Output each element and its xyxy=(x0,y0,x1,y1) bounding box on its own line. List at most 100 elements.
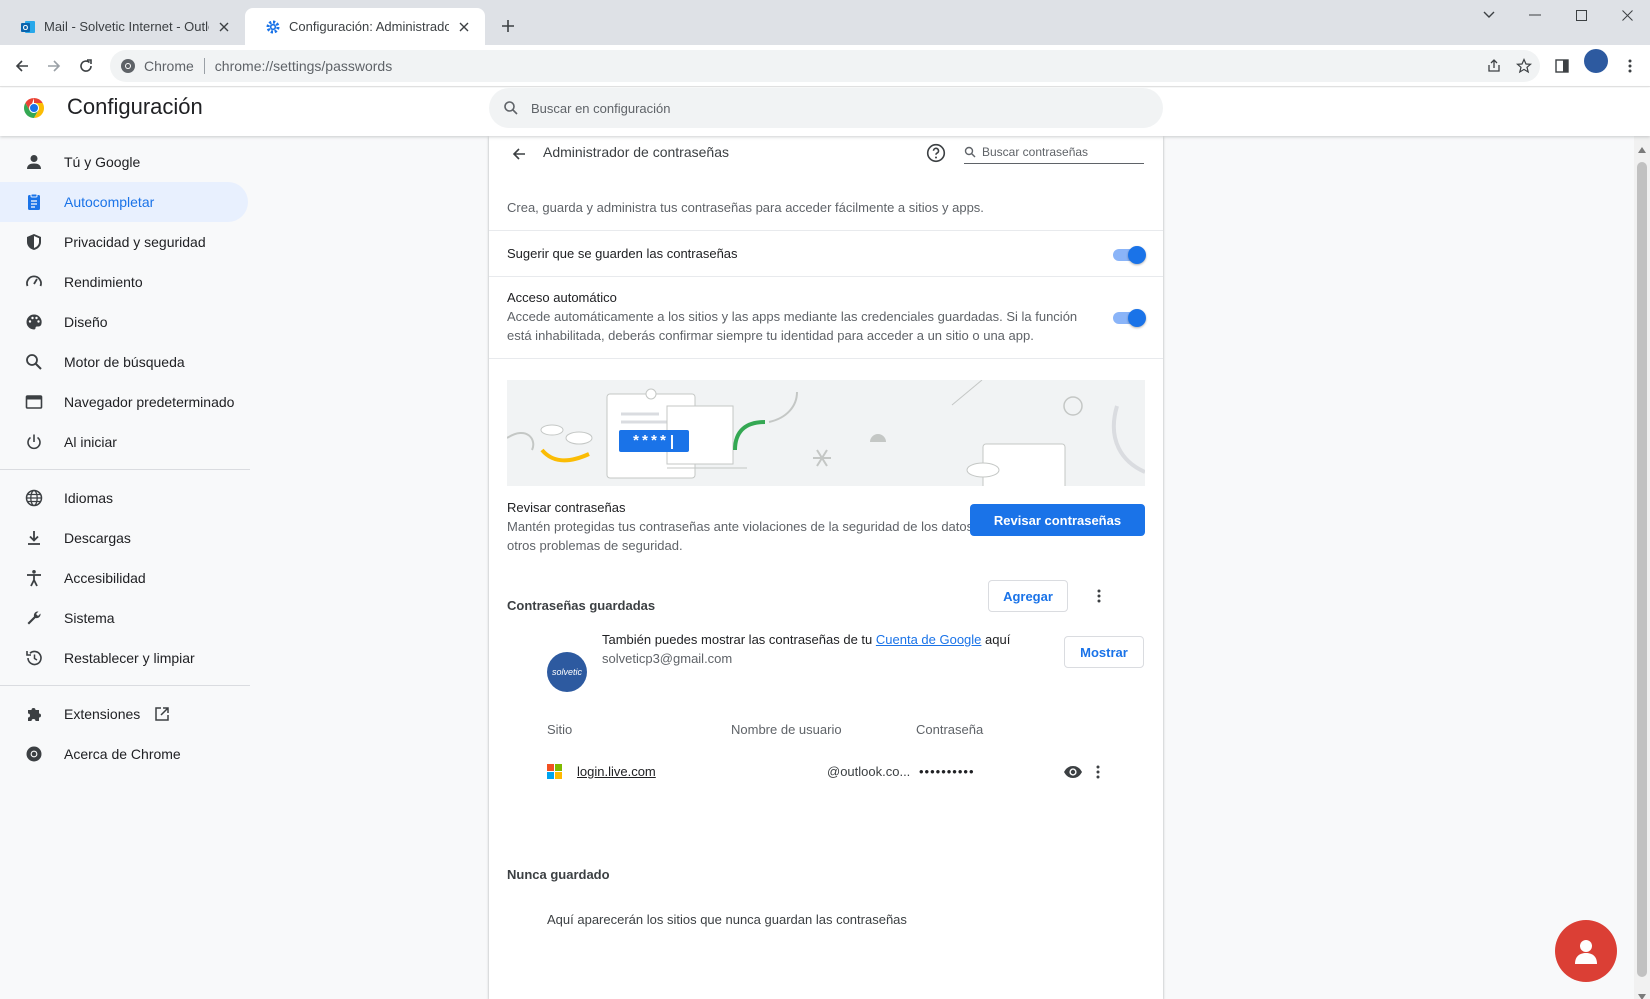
power-icon xyxy=(24,432,44,452)
sidebar-item-search-engine[interactable]: Motor de búsqueda xyxy=(0,342,248,382)
saved-passwords-title: Contraseñas guardadas xyxy=(507,598,656,613)
scroll-down-arrow-icon[interactable] xyxy=(1638,987,1646,999)
password-row-site[interactable]: login.live.com xyxy=(577,764,656,779)
auto-signin-toggle[interactable] xyxy=(1113,309,1146,327)
google-account-link[interactable]: Cuenta de Google xyxy=(876,632,982,647)
person-icon xyxy=(24,152,44,172)
search-icon xyxy=(964,146,976,158)
sidebar-item-label: Acerca de Chrome xyxy=(64,746,181,762)
sidebar-item-languages[interactable]: Idiomas xyxy=(0,478,248,518)
chip-label: Chrome xyxy=(144,58,194,74)
back-button[interactable] xyxy=(8,52,36,80)
profile-avatar[interactable] xyxy=(1584,49,1608,73)
autofill-icon xyxy=(24,192,44,212)
toggle-knob xyxy=(1128,246,1146,264)
scroll-up-arrow-icon[interactable] xyxy=(1638,140,1646,158)
tab-outlook[interactable]: O Mail - Solvetic Internet - Outlook xyxy=(0,8,245,45)
scrollbar-thumb[interactable] xyxy=(1637,162,1647,977)
sidebar-item-label: Privacidad y seguridad xyxy=(64,234,206,250)
tab-title: Configuración: Administrador de contrase… xyxy=(289,19,449,34)
sidebar-item-about-chrome[interactable]: Acerca de Chrome xyxy=(0,734,248,774)
divider xyxy=(203,58,205,74)
sidebar-item-appearance[interactable]: Diseño xyxy=(0,302,248,342)
sidebar-item-label: Extensiones xyxy=(64,706,141,722)
vertical-scrollbar[interactable] xyxy=(1634,136,1650,999)
check-passwords-button[interactable]: Revisar contraseñas xyxy=(970,504,1145,536)
new-tab-button[interactable] xyxy=(496,14,520,38)
divider xyxy=(489,276,1163,277)
settings-search-input[interactable]: Buscar en configuración xyxy=(489,88,1163,128)
tab-search-icon[interactable] xyxy=(1466,0,1512,30)
sidebar-item-you-and-google[interactable]: Tú y Google xyxy=(0,142,248,182)
help-icon[interactable] xyxy=(925,142,947,164)
close-window-icon[interactable] xyxy=(1604,0,1650,30)
tab-title: Mail - Solvetic Internet - Outlook xyxy=(44,19,209,34)
sidebar-item-downloads[interactable]: Descargas xyxy=(0,518,248,558)
row-more-options-icon[interactable] xyxy=(1086,760,1110,784)
speedometer-icon xyxy=(24,272,44,292)
sidebar-item-extensions[interactable]: Extensiones xyxy=(0,694,248,734)
menu-icon[interactable] xyxy=(1616,52,1644,80)
back-arrow-icon[interactable] xyxy=(505,140,533,168)
sidebar-item-accessibility[interactable]: Accesibilidad xyxy=(0,558,248,598)
show-passwords-button[interactable]: Mostrar xyxy=(1064,636,1144,668)
sidebar-item-label: Autocompletar xyxy=(64,194,155,210)
account-passwords-text: También puedes mostrar las contraseñas d… xyxy=(602,630,1010,650)
sidebar-item-system[interactable]: Sistema xyxy=(0,598,248,638)
tab-strip: O Mail - Solvetic Internet - Outlook Con… xyxy=(0,0,1650,45)
sidebar-item-label: Descargas xyxy=(64,530,131,546)
forward-button[interactable] xyxy=(40,52,68,80)
column-header-site[interactable]: Sitio xyxy=(547,722,572,737)
sidebar-divider xyxy=(0,469,250,470)
minimize-icon[interactable] xyxy=(1512,0,1558,30)
column-header-username[interactable]: Nombre de usuario xyxy=(731,722,842,737)
sidebar-item-label: Tú y Google xyxy=(64,154,141,170)
sidebar-item-privacy[interactable]: Privacidad y seguridad xyxy=(0,222,248,262)
auto-signin-label: Acceso automático xyxy=(507,290,617,305)
sidebar-item-on-startup[interactable]: Al iniciar xyxy=(0,422,248,462)
reload-button[interactable] xyxy=(72,52,100,80)
search-icon xyxy=(503,100,519,116)
sidebar-item-performance[interactable]: Rendimiento xyxy=(0,262,248,302)
password-search-input[interactable]: Buscar contraseñas xyxy=(964,140,1144,164)
never-saved-title: Nunca guardado xyxy=(507,867,610,882)
sidebar-item-label: Idiomas xyxy=(64,490,114,506)
card-header: Administrador de contraseñas Buscar cont… xyxy=(489,136,1163,176)
password-search-placeholder: Buscar contraseñas xyxy=(982,144,1089,159)
puzzle-icon xyxy=(24,704,44,724)
site-info-chip[interactable]: Chrome xyxy=(110,58,194,74)
offer-save-label: Sugerir que se guarden las contraseñas xyxy=(507,246,738,261)
sidebar-divider xyxy=(0,685,250,686)
svg-text:O: O xyxy=(23,25,29,32)
bookmark-star-icon[interactable] xyxy=(1510,50,1538,82)
account-text: aquí xyxy=(981,632,1011,647)
sidebar-item-reset[interactable]: Restablecer y limpiar xyxy=(0,638,248,678)
shield-icon xyxy=(24,232,44,252)
offer-save-toggle[interactable] xyxy=(1113,246,1146,264)
external-link-icon xyxy=(154,706,170,722)
search-placeholder: Buscar en configuración xyxy=(531,100,671,116)
password-row-password: •••••••••• xyxy=(919,764,975,779)
sidebar-item-autofill[interactable]: Autocompletar xyxy=(0,182,248,222)
side-panel-icon[interactable] xyxy=(1548,52,1576,80)
auto-signin-desc: Accede automáticamente a los sitios y la… xyxy=(507,309,1078,324)
maximize-icon[interactable] xyxy=(1558,0,1604,30)
sidebar-item-label: Accesibilidad xyxy=(64,570,146,586)
more-options-icon[interactable] xyxy=(1087,584,1111,608)
close-tab-icon[interactable] xyxy=(215,18,233,36)
address-bar[interactable]: Chrome chrome://settings/passwords xyxy=(110,50,1540,82)
watermark-logo xyxy=(1555,920,1617,982)
share-icon[interactable] xyxy=(1480,50,1508,82)
sidebar-item-default-browser[interactable]: Navegador predeterminado xyxy=(0,382,248,422)
tab-settings[interactable]: Configuración: Administrador de contrase… xyxy=(245,8,485,45)
column-header-password[interactable]: Contraseña xyxy=(916,722,983,737)
sidebar-item-label: Navegador predeterminado xyxy=(64,394,235,410)
check-passwords-desc: Mantén protegidas tus contraseñas ante v… xyxy=(507,519,984,534)
accessibility-icon xyxy=(24,568,44,588)
microsoft-logo-icon xyxy=(547,764,562,779)
chrome-icon xyxy=(120,58,136,74)
sidebar-item-label: Sistema xyxy=(64,610,115,626)
add-password-button[interactable]: Agregar xyxy=(988,580,1068,612)
show-password-eye-icon[interactable] xyxy=(1061,760,1085,784)
close-tab-icon[interactable] xyxy=(455,18,473,36)
